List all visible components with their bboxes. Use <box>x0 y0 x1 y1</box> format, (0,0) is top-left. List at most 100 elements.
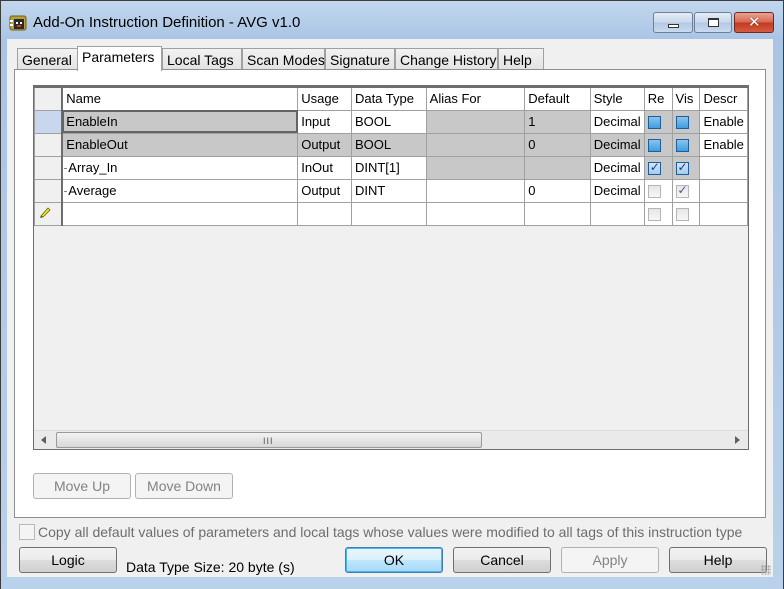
tab-label: General <box>22 52 72 68</box>
default-cell[interactable]: 0 <box>524 178 591 203</box>
required-cell[interactable] <box>643 178 673 203</box>
visible-checkbox <box>675 116 689 130</box>
tab-parameters[interactable]: Parameters <box>77 46 162 71</box>
help-button[interactable]: Help <box>669 547 767 573</box>
data-type-cell[interactable]: DINT[1] <box>350 155 427 180</box>
table-row[interactable]: Array_In InOut DINT[1] Decimal <box>34 155 748 180</box>
visible-checkbox <box>675 160 689 176</box>
column-header-alias-for[interactable]: Alias For <box>425 86 526 111</box>
table-row[interactable]: EnableIn Input BOOL 1 Decimal Enable <box>34 109 748 134</box>
tab-general[interactable]: General <box>17 48 78 69</box>
expand-icon[interactable] <box>62 164 63 173</box>
visible-cell <box>671 109 701 134</box>
copy-defaults-checkbox[interactable] <box>19 524 35 540</box>
new-default-cell[interactable] <box>524 201 591 226</box>
move-up-button[interactable]: Move Up <box>33 473 131 499</box>
column-header-usage[interactable]: Usage <box>297 86 352 111</box>
default-cell: 0 <box>524 132 591 157</box>
ok-button[interactable]: OK <box>345 547 443 573</box>
required-checkbox[interactable] <box>647 208 661 222</box>
maximize-button[interactable] <box>694 12 732 33</box>
logic-button[interactable]: Logic <box>19 547 117 573</box>
visible-checkbox[interactable] <box>675 208 689 222</box>
apply-button[interactable]: Apply <box>561 547 659 573</box>
new-usage-cell[interactable] <box>297 201 352 226</box>
usage-cell[interactable]: Input <box>297 109 352 134</box>
minimize-button[interactable] <box>653 12 693 33</box>
style-cell[interactable]: Decimal <box>589 178 645 203</box>
param-name-cell[interactable]: EnableIn <box>61 109 299 134</box>
row-header[interactable] <box>34 132 64 157</box>
column-header-data-type[interactable]: Data Type <box>350 86 427 111</box>
description-cell[interactable] <box>699 155 748 180</box>
new-name-cell[interactable] <box>61 201 299 226</box>
description-cell[interactable]: Enable <box>699 132 748 157</box>
scrollbar-grip: III <box>263 436 274 446</box>
visible-checkbox[interactable] <box>675 183 689 199</box>
tab-help[interactable]: Help <box>498 48 544 69</box>
column-header-style[interactable]: Style <box>589 86 645 111</box>
new-row[interactable] <box>34 201 748 226</box>
tab-signature[interactable]: Signature <box>325 48 395 69</box>
scroll-right-arrow-icon[interactable] <box>735 436 740 444</box>
row-header[interactable] <box>34 109 64 134</box>
resize-grip[interactable] <box>761 565 771 575</box>
tab-change-history[interactable]: Change History <box>395 48 498 69</box>
param-name-cell[interactable]: EnableOut <box>61 132 299 157</box>
required-checkbox <box>647 160 661 176</box>
usage-cell[interactable]: Output <box>297 178 352 203</box>
alias-for-cell[interactable] <box>425 178 526 203</box>
column-header-name[interactable]: Name <box>61 86 299 111</box>
style-cell[interactable]: Decimal <box>589 109 645 134</box>
new-data-type-cell[interactable] <box>350 201 427 226</box>
scrollbar-thumb[interactable]: III <box>56 432 482 448</box>
required-checkbox[interactable] <box>647 185 661 199</box>
required-cell <box>643 109 673 134</box>
table-row[interactable]: EnableOut Output BOOL 0 Decimal Enable <box>34 132 748 157</box>
new-alias-for-cell[interactable] <box>425 201 526 226</box>
row-header[interactable] <box>34 155 64 180</box>
parameters-tab-panel: Name Usage Data Type Alias For Default S… <box>14 69 766 518</box>
cancel-button[interactable]: Cancel <box>453 547 551 573</box>
tab-scan-modes[interactable]: Scan Modes <box>242 48 325 69</box>
tab-local-tags[interactable]: Local Tags <box>162 48 242 69</box>
horizontal-scrollbar[interactable]: III <box>34 430 748 449</box>
data-type-cell[interactable]: DINT <box>350 178 427 203</box>
tab-label: Help <box>503 52 532 68</box>
visible-cell <box>671 132 701 157</box>
scroll-left-arrow-icon[interactable] <box>41 436 46 444</box>
alias-for-cell <box>425 109 526 134</box>
param-name-cell[interactable]: Array_In <box>61 155 299 180</box>
column-header-visible[interactable]: Vis <box>671 86 701 111</box>
description-cell[interactable]: Enable <box>699 109 748 134</box>
column-header-default[interactable]: Default <box>524 86 591 111</box>
column-header-required[interactable]: Re <box>643 86 673 111</box>
data-type-cell[interactable]: BOOL <box>350 109 427 134</box>
default-cell <box>524 155 591 180</box>
copy-defaults-option[interactable]: Copy all default values of parameters an… <box>19 524 742 540</box>
new-style-cell[interactable] <box>589 201 645 226</box>
expand-icon[interactable] <box>62 187 63 196</box>
required-cell <box>643 155 673 180</box>
new-visible-cell[interactable] <box>671 201 701 226</box>
move-down-button[interactable]: Move Down <box>135 473 233 499</box>
param-name-cell[interactable]: Average <box>61 178 299 203</box>
alias-for-cell <box>425 155 526 180</box>
select-all-corner[interactable] <box>34 86 64 111</box>
usage-cell: Output <box>297 132 352 157</box>
column-header-description[interactable]: Descr <box>699 86 748 111</box>
usage-cell[interactable]: InOut <box>297 155 352 180</box>
new-description-cell[interactable] <box>699 201 748 226</box>
parameters-grid[interactable]: Name Usage Data Type Alias For Default S… <box>33 85 749 450</box>
description-cell[interactable] <box>699 178 748 203</box>
data-type-size-label: Data Type Size: 20 byte (s) <box>126 559 295 575</box>
copy-defaults-label: Copy all default values of parameters an… <box>38 524 743 540</box>
new-required-cell[interactable] <box>643 201 673 226</box>
table-row[interactable]: Average Output DINT 0 Decimal <box>34 178 748 203</box>
style-cell[interactable]: Decimal <box>589 155 645 180</box>
visible-cell[interactable] <box>671 178 701 203</box>
row-header[interactable] <box>34 201 64 226</box>
close-button[interactable]: ✕ <box>734 12 774 33</box>
title-bar[interactable]: Add-On Instruction Definition - AVG v1.0… <box>1 1 784 41</box>
row-header[interactable] <box>34 178 64 203</box>
